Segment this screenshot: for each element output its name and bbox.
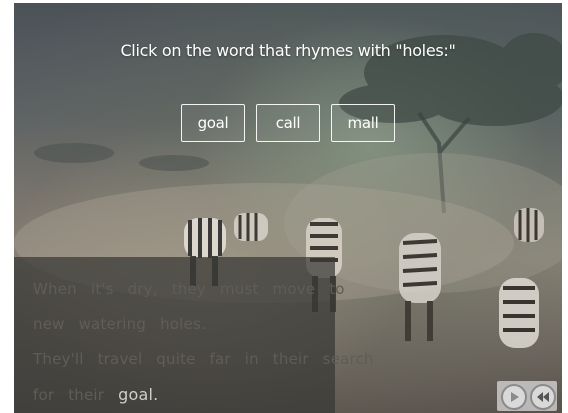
play-button[interactable] <box>501 384 527 410</box>
play-icon <box>511 392 519 402</box>
question-prompt: Click on the word that rhymes with "hole… <box>120 41 456 60</box>
passage-line-2: new watering holes. <box>33 315 206 333</box>
answer-choice-call[interactable]: call <box>256 104 320 142</box>
highlighted-word: goal. <box>118 385 159 404</box>
media-controls <box>501 384 556 410</box>
story-passage-panel: When it's dry, they must move to new wat… <box>14 257 374 413</box>
passage-line-4-prefix: for their <box>33 386 105 404</box>
activity-stage: Click on the word that rhymes with "hole… <box>14 3 562 413</box>
rewind-icon <box>537 392 549 402</box>
answer-choices: goal call mall <box>181 104 395 142</box>
passage-line-4: for their goal. <box>33 377 335 413</box>
passage-line-3: They'll travel quite far in their search <box>33 350 374 368</box>
passage-line-1: When it's dry, they must move to <box>33 280 345 298</box>
answer-choice-goal[interactable]: goal <box>181 104 245 142</box>
rewind-button[interactable] <box>530 384 556 410</box>
answer-choice-mall[interactable]: mall <box>331 104 395 142</box>
